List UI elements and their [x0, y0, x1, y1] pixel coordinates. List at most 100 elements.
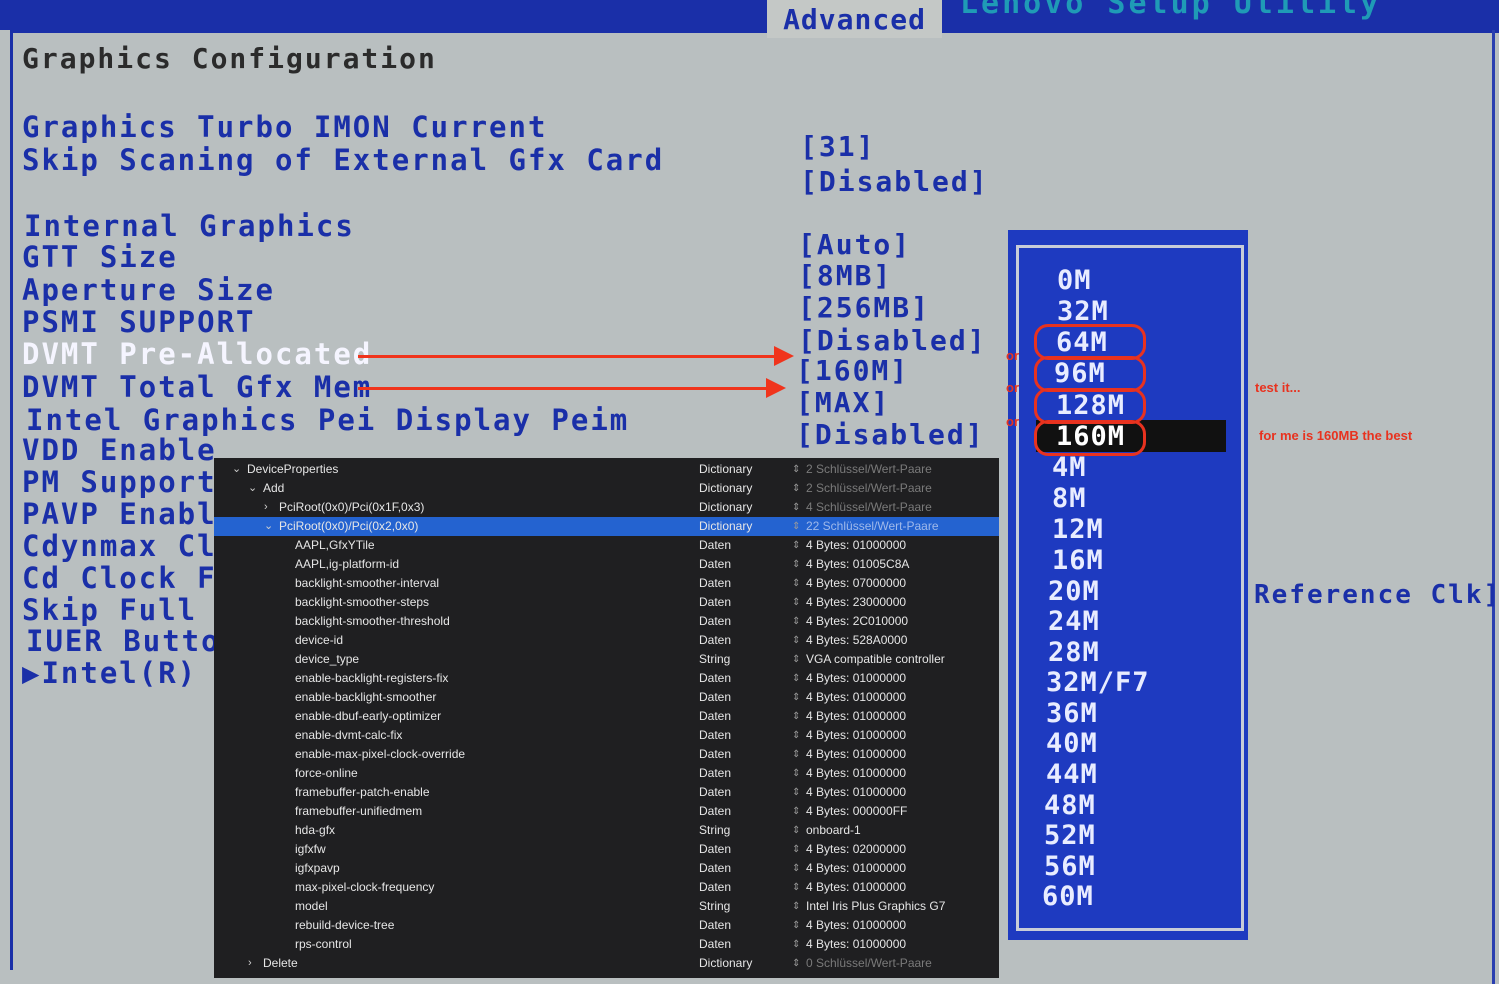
- plist-row[interactable]: device_type String ⇕ VGA compatible control…: [214, 650, 999, 669]
- stepper-icon[interactable]: ⇕: [792, 688, 800, 707]
- plist-row[interactable]: enable-max-pixel-clock-override Daten ⇕ 4 B…: [214, 745, 999, 764]
- setting-value-dvmt-pre-allocated[interactable]: [160M]: [796, 354, 909, 387]
- stepper-icon[interactable]: ⇕: [792, 517, 800, 536]
- plist-type[interactable]: Daten: [699, 935, 731, 954]
- popup-option[interactable]: 24M: [1048, 606, 1100, 637]
- setting-label-internal-graphics[interactable]: Internal Graphics: [24, 209, 355, 243]
- plist-type[interactable]: Daten: [699, 745, 731, 764]
- plist-type[interactable]: Daten: [699, 764, 731, 783]
- plist-value[interactable]: 4 Bytes: 01000000: [806, 688, 906, 707]
- chevron-right-icon[interactable]: ›: [248, 954, 252, 973]
- plist-type[interactable]: Dictionary: [699, 460, 752, 479]
- setting-label-pavp-enable[interactable]: PAVP Enable: [22, 497, 236, 531]
- plist-value[interactable]: 4 Bytes: 01005C8A: [806, 555, 909, 574]
- plist-row[interactable]: enable-dbuf-early-optimizer Daten ⇕ 4 Bytes…: [214, 707, 999, 726]
- stepper-icon[interactable]: ⇕: [792, 821, 800, 840]
- plist-value[interactable]: 4 Bytes: 000000FF: [806, 802, 907, 821]
- plist-value[interactable]: 4 Bytes: 01000000: [806, 726, 906, 745]
- popup-option[interactable]: 44M: [1046, 759, 1098, 790]
- popup-option[interactable]: 36M: [1046, 698, 1098, 729]
- plist-row[interactable]: backlight-smoother-interval Daten ⇕ 4 Bytes…: [214, 574, 999, 593]
- setting-label-pei-display-peim[interactable]: Intel Graphics Pei Display Peim: [26, 403, 629, 437]
- plist-row[interactable]: framebuffer-unifiedmem Daten ⇕ 4 Bytes: 000…: [214, 802, 999, 821]
- plist-value[interactable]: VGA compatible controller: [806, 650, 945, 669]
- plist-type[interactable]: Daten: [699, 859, 731, 878]
- plist-value[interactable]: 4 Bytes: 01000000: [806, 878, 906, 897]
- plist-type[interactable]: Daten: [699, 631, 731, 650]
- stepper-icon[interactable]: ⇕: [792, 612, 800, 631]
- plist-row[interactable]: ⌄ Add Dictionary ⇕ 2 Schlüssel/Wert-Paare: [214, 479, 999, 498]
- plist-row[interactable]: › Delete Dictionary ⇕ 0 Schlüssel/Wert-Paare: [214, 954, 999, 973]
- plist-value[interactable]: Intel Iris Plus Graphics G7: [806, 897, 945, 916]
- plist-row[interactable]: ⌄ PciRoot(0x0)/Pci(0x2,0x0) Dictionary ⇕ 22 …: [214, 517, 999, 536]
- plist-type[interactable]: String: [699, 897, 730, 916]
- setting-value-psmi-support[interactable]: [Disabled]: [798, 324, 987, 357]
- setting-label-cdynmax[interactable]: Cdynmax Cla: [22, 529, 236, 563]
- setting-label-dvmt-pre-allocated[interactable]: DVMT Pre-Allocated: [22, 337, 372, 371]
- stepper-icon[interactable]: ⇕: [792, 460, 800, 479]
- plist-value[interactable]: 4 Bytes: 02000000: [806, 840, 906, 859]
- plist-value[interactable]: 4 Bytes: 01000000: [806, 745, 906, 764]
- setting-label-psmi-support[interactable]: PSMI SUPPORT: [22, 305, 256, 339]
- popup-option[interactable]: 20M: [1048, 576, 1100, 607]
- plist-type[interactable]: String: [699, 650, 730, 669]
- stepper-icon[interactable]: ⇕: [792, 840, 800, 859]
- chevron-down-icon[interactable]: ⌄: [232, 460, 241, 479]
- plist-type[interactable]: Daten: [699, 783, 731, 802]
- setting-value-pei-display-peim[interactable]: [Disabled]: [796, 418, 985, 451]
- plist-type[interactable]: Daten: [699, 802, 731, 821]
- popup-option[interactable]: 56M: [1044, 851, 1096, 882]
- plist-type[interactable]: Daten: [699, 707, 731, 726]
- stepper-icon[interactable]: ⇕: [792, 707, 800, 726]
- plist-type[interactable]: Daten: [699, 669, 731, 688]
- plist-value[interactable]: 4 Bytes: 01000000: [806, 783, 906, 802]
- setting-value-skip-scaning[interactable]: [Disabled]: [800, 165, 989, 198]
- setting-value-aperture-size[interactable]: [256MB]: [798, 291, 930, 324]
- plist-type[interactable]: Daten: [699, 916, 731, 935]
- plist-value[interactable]: 4 Bytes: 01000000: [806, 916, 906, 935]
- plist-row[interactable]: ⌄ DeviceProperties Dictionary ⇕ 2 Schlüssel/…: [214, 460, 999, 479]
- stepper-icon[interactable]: ⇕: [792, 479, 800, 498]
- stepper-icon[interactable]: ⇕: [792, 802, 800, 821]
- plist-row[interactable]: AAPL,ig-platform-id Daten ⇕ 4 Bytes: 01005C…: [214, 555, 999, 574]
- plist-row[interactable]: AAPL,GfxYTile Daten ⇕ 4 Bytes: 01000000: [214, 536, 999, 555]
- setting-value-gtt-size[interactable]: [8MB]: [798, 259, 892, 292]
- plist-type[interactable]: Daten: [699, 593, 731, 612]
- plist-type[interactable]: Daten: [699, 536, 731, 555]
- stepper-icon[interactable]: ⇕: [792, 726, 800, 745]
- setting-label-aperture-size[interactable]: Aperture Size: [22, 273, 275, 307]
- plist-row[interactable]: device-id Daten ⇕ 4 Bytes: 528A0000: [214, 631, 999, 650]
- plist-row[interactable]: backlight-smoother-steps Daten ⇕ 4 Bytes: 2…: [214, 593, 999, 612]
- popup-option[interactable]: 28M: [1048, 637, 1100, 668]
- plist-row[interactable]: rps-control Daten ⇕ 4 Bytes: 01000000: [214, 935, 999, 954]
- setting-label-vdd-enable[interactable]: VDD Enable: [22, 433, 217, 467]
- popup-option[interactable]: 12M: [1052, 514, 1104, 545]
- popup-option[interactable]: 48M: [1044, 790, 1096, 821]
- stepper-icon[interactable]: ⇕: [792, 669, 800, 688]
- setting-value-dvmt-total-gfx-mem[interactable]: [MAX]: [796, 386, 890, 419]
- plist-value[interactable]: 4 Bytes: 01000000: [806, 764, 906, 783]
- popup-option[interactable]: 32M: [1057, 296, 1109, 327]
- setting-value-internal-graphics[interactable]: [Auto]: [798, 228, 911, 261]
- setting-label-dvmt-total-gfx-mem[interactable]: DVMT Total Gfx Mem: [22, 370, 372, 404]
- plist-type[interactable]: Daten: [699, 574, 731, 593]
- setting-label-turbo-imon[interactable]: Graphics Turbo IMON Current: [22, 110, 547, 144]
- plist-row[interactable]: force-online Daten ⇕ 4 Bytes: 01000000: [214, 764, 999, 783]
- plist-value[interactable]: 4 Bytes: 2C010000: [806, 612, 908, 631]
- stepper-icon[interactable]: ⇕: [792, 764, 800, 783]
- plist-value[interactable]: 4 Bytes: 07000000: [806, 574, 906, 593]
- stepper-icon[interactable]: ⇕: [792, 498, 800, 517]
- setting-label-skip-full[interactable]: Skip Full C: [22, 593, 236, 627]
- chevron-down-icon[interactable]: ⌄: [248, 479, 257, 498]
- plist-type[interactable]: Daten: [699, 555, 731, 574]
- stepper-icon[interactable]: ⇕: [792, 631, 800, 650]
- stepper-icon[interactable]: ⇕: [792, 878, 800, 897]
- stepper-icon[interactable]: ⇕: [792, 745, 800, 764]
- plist-type[interactable]: Daten: [699, 612, 731, 631]
- popup-option[interactable]: 40M: [1046, 728, 1098, 759]
- plist-value[interactable]: 4 Bytes: 01000000: [806, 859, 906, 878]
- setting-label-skip-scaning[interactable]: Skip Scaning of External Gfx Card: [22, 143, 664, 177]
- plist-value[interactable]: 4 Bytes: 528A0000: [806, 631, 907, 650]
- stepper-icon[interactable]: ⇕: [792, 536, 800, 555]
- plist-value[interactable]: 4 Bytes: 01000000: [806, 536, 906, 555]
